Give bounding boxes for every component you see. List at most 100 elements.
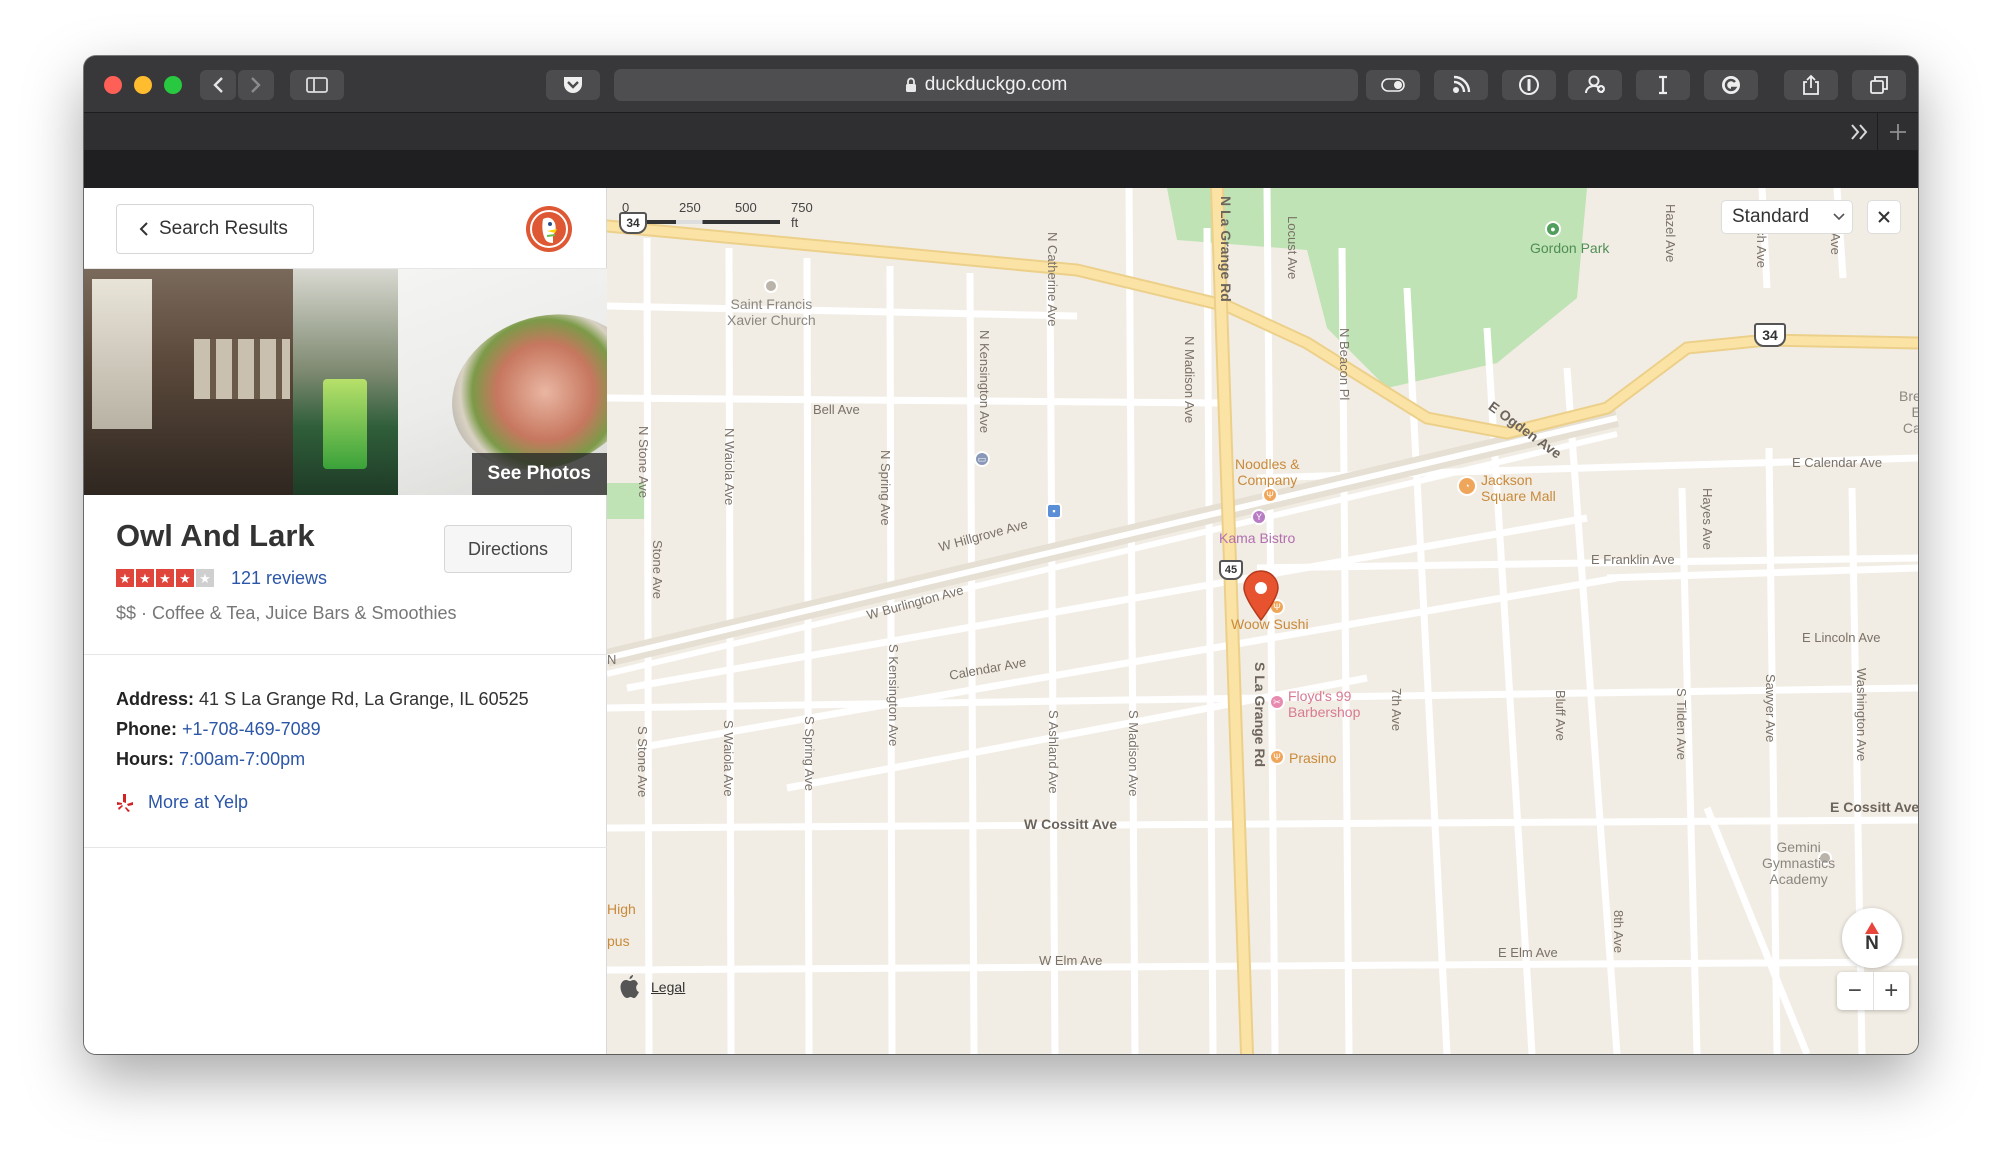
close-map-button[interactable] — [1867, 200, 1901, 234]
highway-shield-45: 45 — [1219, 560, 1243, 580]
share-button[interactable] — [1784, 70, 1838, 100]
toggle-icon — [1381, 78, 1405, 92]
yelp-icon — [117, 793, 133, 812]
place-saint-francis[interactable]: Saint Francis Xavier Church — [727, 296, 816, 328]
place-noodles-company[interactable]: Noodles & Company — [1235, 456, 1300, 488]
street-s-waiola: S Waiola Ave — [721, 720, 736, 797]
chevron-left-icon — [139, 222, 148, 236]
place-edge-line3: Ca — [1902, 420, 1918, 436]
photo-gallery[interactable]: See Photos — [84, 269, 607, 495]
toggle-extension-button[interactable] — [1366, 70, 1420, 100]
duckduckgo-logo[interactable] — [526, 206, 572, 252]
minimize-window-button[interactable] — [134, 76, 152, 94]
zoom-out-button[interactable]: − — [1837, 972, 1873, 1010]
tab-overview-button[interactable] — [1852, 70, 1906, 100]
more-at-yelp-link[interactable]: More at Yelp — [116, 792, 248, 813]
cafe-interior-photo[interactable] — [84, 269, 293, 495]
see-photos-button[interactable]: See Photos — [471, 453, 607, 495]
street-n-waiola: N Waiola Ave — [722, 428, 737, 506]
lock-icon — [905, 77, 916, 92]
street-8th: 8th Ave — [1611, 910, 1626, 954]
chevron-left-icon — [213, 77, 223, 93]
star-icon: ★ — [116, 569, 134, 587]
restaurant-marker-icon[interactable]: Ψ — [1269, 749, 1285, 765]
place-gemini-line3: Academy — [1769, 871, 1828, 887]
selected-location-pin-icon[interactable] — [1242, 570, 1280, 622]
place-kama-bistro[interactable]: Kama Bistro — [1219, 530, 1295, 546]
password-manager-button[interactable] — [1502, 70, 1556, 100]
star-icon: ★ — [156, 569, 174, 587]
street-n-kensington: N Kensington Ave — [977, 330, 992, 434]
place-noodles-line1: Noodles & — [1235, 456, 1300, 472]
sidebar-toggle-button[interactable] — [290, 70, 344, 100]
street-edge-partial: N — [607, 652, 617, 667]
street-s-stone: S Stone Ave — [635, 726, 650, 798]
chevrons-right-icon[interactable] — [1848, 121, 1870, 143]
street-locust: Locust Ave — [1285, 216, 1300, 280]
place-high-school-partial[interactable]: High pus — [607, 901, 636, 949]
reviews-link[interactable]: 121 reviews — [231, 568, 327, 589]
street-s-spring: S Spring Ave — [802, 716, 817, 791]
phone-label: Phone: — [116, 719, 177, 739]
address-label: Address: — [116, 689, 195, 709]
street-sawyer: Sawyer Ave — [1763, 674, 1778, 743]
zoom-in-button[interactable]: + — [1872, 972, 1910, 1010]
street-bell: Bell Ave — [813, 402, 860, 417]
forward-button[interactable] — [238, 70, 274, 100]
place-details-panel: Search Results See Photos Owl And Lark D… — [84, 188, 607, 1054]
star-icon: ★ — [176, 569, 194, 587]
star-icon: ★ — [136, 569, 154, 587]
hours-value[interactable]: 7:00am-7:00pm — [179, 749, 305, 769]
feed-extension-button[interactable] — [1434, 70, 1488, 100]
close-window-button[interactable] — [104, 76, 122, 94]
favorites-bar — [84, 150, 1918, 188]
place-jackson-square[interactable]: Jackson Square Mall — [1481, 472, 1556, 504]
plus-icon[interactable] — [1888, 122, 1908, 142]
church-marker[interactable] — [764, 279, 778, 293]
place-floyds-barbershop[interactable]: Floyd's 99 Barbershop — [1288, 688, 1360, 720]
place-edge-line1: Bre — [1899, 388, 1918, 404]
place-saint-francis-line1: Saint Francis — [730, 296, 813, 312]
browser-toolbar: duckduckgo.com — [84, 56, 1918, 112]
street-7th: 7th Ave — [1389, 688, 1404, 732]
tab-bar — [84, 112, 1918, 151]
bar-marker-icon[interactable]: Y — [1251, 509, 1267, 525]
directions-button[interactable]: Directions — [444, 525, 572, 573]
street-e-calendar: E Calendar Ave — [1792, 455, 1883, 470]
text-cursor-icon — [1659, 75, 1667, 95]
transit-marker-icon[interactable]: ▭ — [974, 451, 990, 467]
street-n-stone: N Stone Ave — [636, 426, 651, 499]
place-jackson-line1: Jackson — [1481, 472, 1533, 488]
scale-bar — [625, 220, 780, 224]
train-station-icon[interactable]: ▪ — [1046, 503, 1062, 519]
address-bar[interactable]: duckduckgo.com — [614, 69, 1358, 101]
chevron-down-icon — [1833, 213, 1845, 221]
street-e-cossitt: E Cossitt Ave — [1830, 799, 1918, 815]
street-bluff: Bluff Ave — [1553, 690, 1568, 741]
legal-link[interactable]: Legal — [651, 979, 685, 995]
user-extension-button[interactable] — [1568, 70, 1622, 100]
map-type-select[interactable]: Standard — [1721, 200, 1853, 234]
street-e-elm: E Elm Ave — [1498, 945, 1558, 960]
sidebar-icon — [306, 77, 328, 93]
shopping-marker-icon[interactable]: ◔ — [1457, 476, 1477, 496]
fullscreen-window-button[interactable] — [164, 76, 182, 94]
grammarly-extension-button[interactable] — [1704, 70, 1758, 100]
pocket-button[interactable] — [546, 70, 600, 100]
street-e-lincoln: E Lincoln Ave — [1802, 630, 1881, 645]
phone-link[interactable]: +1-708-469-7089 — [182, 719, 321, 739]
place-gordon-park[interactable]: Gordon Park — [1530, 240, 1609, 256]
restaurant-marker-icon[interactable]: Ψ — [1262, 487, 1278, 503]
search-results-button[interactable]: Search Results — [116, 204, 314, 254]
back-button[interactable] — [200, 70, 236, 100]
place-prasino[interactable]: Prasino — [1289, 750, 1336, 766]
compass-button[interactable]: N — [1842, 908, 1902, 968]
place-gemini-gymnastics[interactable]: Gemini Gymnastics Academy — [1762, 839, 1835, 887]
compass-north-label: N — [1865, 933, 1879, 954]
barbershop-marker-icon[interactable]: ✂ — [1269, 694, 1285, 710]
reader-extension-button[interactable] — [1636, 70, 1690, 100]
map-view[interactable]: 0 250 500 750 ft 34 34 45 N La Grange Rd… — [607, 188, 1918, 1054]
park-marker[interactable]: ● — [1545, 221, 1561, 237]
juice-photo[interactable] — [293, 269, 398, 495]
place-edge-partial[interactable]: Bre E Ca — [1899, 388, 1918, 436]
